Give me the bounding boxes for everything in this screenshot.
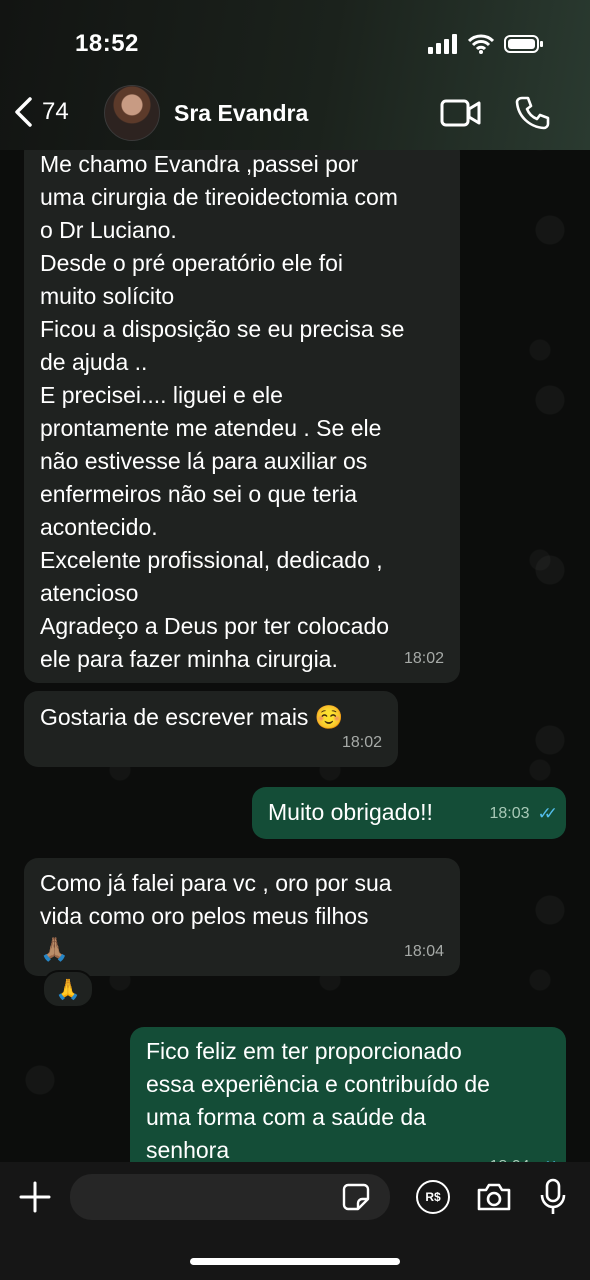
message-bubble[interactable]: Fico feliz em ter proporcionado essa exp… <box>130 1027 566 1162</box>
camera-icon[interactable] <box>476 1182 512 1212</box>
message-time-text: 18:03 <box>489 805 530 822</box>
microphone-icon[interactable] <box>540 1178 566 1216</box>
plus-icon[interactable] <box>18 1180 52 1214</box>
message-time: 18:04 <box>403 943 444 960</box>
message-time: 18:03 ✓✓ <box>489 797 558 830</box>
message-text: Gostaria de escrever mais ☺️ <box>40 704 344 730</box>
message-text: Fico feliz em ter proporcionado essa exp… <box>146 1038 490 1162</box>
home-indicator[interactable] <box>190 1258 400 1265</box>
reaction-badge[interactable]: 🙏 <box>42 970 94 1008</box>
signal-icon <box>428 34 457 54</box>
message-bubble[interactable]: Muito obrigado!! 18:03 ✓✓ <box>252 787 566 839</box>
chevron-left-icon <box>15 97 32 127</box>
message-time: 18:02 <box>341 734 382 751</box>
read-receipt-icon: ✓✓ <box>537 804 558 823</box>
phone-icon[interactable] <box>514 95 550 131</box>
battery-icon <box>504 35 543 53</box>
message-time: 18:04 ✓✓ <box>489 1150 558 1162</box>
avatar[interactable] <box>104 85 160 141</box>
message-bubble[interactable]: Me chamo Evandra ,passei por uma cirurgi… <box>24 150 460 683</box>
message-bubble[interactable]: Como já falei para vc , oro por sua vida… <box>24 858 460 976</box>
message-bubble[interactable]: Gostaria de escrever mais ☺️ 18:02 <box>24 691 398 767</box>
message-text: Me chamo Evandra ,passei por uma cirurgi… <box>40 151 405 672</box>
status-icons <box>428 34 544 54</box>
chat-header: 18:52 74 Sra Evandra <box>0 0 590 150</box>
back-button[interactable]: 74 <box>12 96 69 128</box>
wifi-icon <box>468 34 494 54</box>
payment-icon[interactable]: R$ <box>416 1180 450 1214</box>
message-list[interactable]: Me chamo Evandra ,passei por uma cirurgi… <box>0 150 590 1162</box>
video-call-icon[interactable] <box>440 96 482 130</box>
message-time: 18:02 <box>403 650 444 667</box>
unread-count: 74 <box>42 98 69 125</box>
sticker-icon[interactable] <box>342 1183 370 1211</box>
message-text: Como já falei para vc , oro por sua vida… <box>40 870 392 962</box>
contact-name[interactable]: Sra Evandra <box>174 100 308 127</box>
status-time: 18:52 <box>75 30 139 57</box>
message-time-text: 18:04 <box>489 1150 529 1162</box>
payment-label: R$ <box>425 1190 441 1204</box>
read-receipt-icon: ✓✓ <box>538 1150 558 1162</box>
